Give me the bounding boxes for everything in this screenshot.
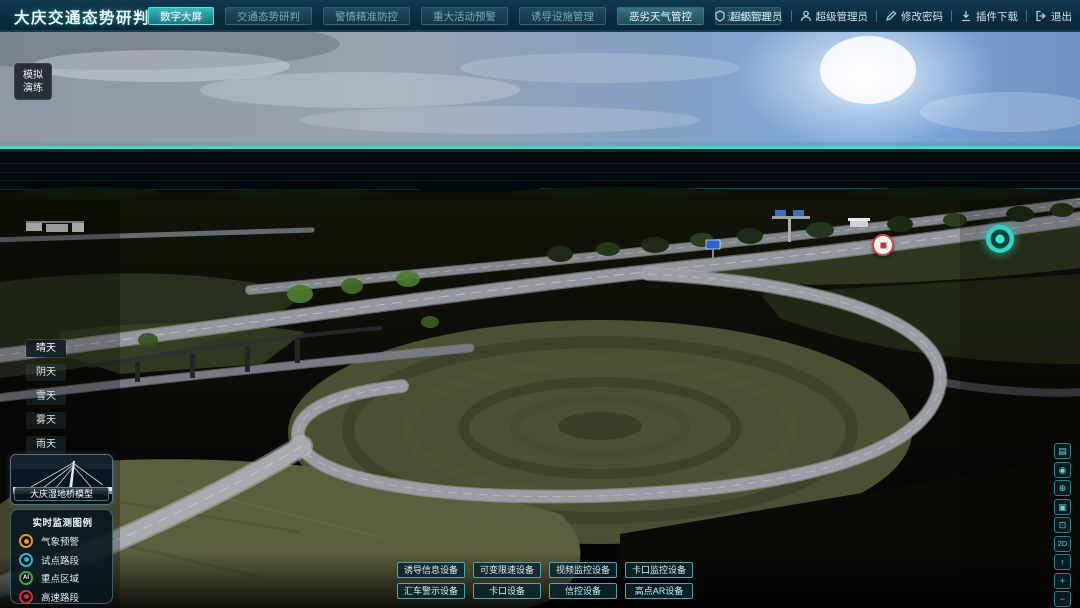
pilot-section-icon [19,553,33,567]
high-point-ar-device-button[interactable]: 高点AR设备 [625,583,693,599]
weather-snow[interactable]: 雪天 [26,388,66,405]
badge-icon [714,10,726,22]
globe-icon[interactable]: ⊕ [1054,480,1071,496]
legend-item-key-area[interactable]: AI 重点区域 [19,569,106,588]
checkpoint-camera-marker[interactable] [872,234,894,256]
weather-mode-list: 晴天 阴天 雪天 雾天 雨天 [26,340,66,453]
tab-incident-control[interactable]: 警情精准防控 [323,7,410,25]
checkpoint-monitor-device-button[interactable]: 卡口监控设备 [625,562,693,578]
video-surveillance-device-button[interactable]: 视频监控设备 [549,562,617,578]
header-bar: 大庆交通态势研判系统 数字大屏 交通态势研判 警情精准防控 重大活动预警 诱导设… [0,0,1080,32]
user-role[interactable]: 超级管理员 [714,9,783,24]
pencil-icon [885,10,897,22]
zoom-out-button[interactable]: − [1054,591,1071,607]
legend-item-weather[interactable]: 气象预警 [19,532,106,551]
legend-label: 高速路段 [41,590,79,604]
plugin-download-label: 插件下载 [976,9,1018,24]
simulation-drill-button[interactable]: 模拟演练 [14,63,52,100]
compass-icon[interactable]: ↑ [1054,554,1071,570]
horizon-band [0,142,1080,208]
tab-severe-weather[interactable]: 恶劣天气管控 [617,7,704,25]
weather-overcast[interactable]: 阴天 [26,364,66,381]
ai-key-area-icon: AI [19,571,33,585]
user-account[interactable]: 超级管理员 [800,9,869,24]
user-role-label: 超级管理员 [730,9,783,24]
divider [791,10,792,22]
variable-speed-device-button[interactable]: 可变限速设备 [473,562,541,578]
tab-event-warning[interactable]: 重大活动预警 [421,7,508,25]
weather-fog[interactable]: 雾天 [26,412,66,429]
device-button-row: 诱导信息设备 可变限速设备 视频监控设备 卡口监控设备 [397,562,693,578]
legend-label: 试点路段 [41,553,79,567]
user-account-label: 超级管理员 [816,9,869,24]
bridge-model-card[interactable]: 大庆湿地桥模型 [10,454,113,505]
fullscreen-icon[interactable]: ⊡ [1054,517,1071,533]
divider [951,10,952,22]
person-icon [800,10,812,22]
measure-icon[interactable]: ▤ [1054,443,1071,459]
app-root: 大庆交通态势研判系统 数字大屏 交通态势研判 警情精准防控 重大活动预警 诱导设… [0,0,1080,608]
map-toolbar: ▤ ◉ ⊕ ▣ ⊡ 2D ↑ + − [1054,443,1071,607]
logout-label: 退出 [1051,9,1072,24]
legend-title: 实时监测图例 [19,515,106,529]
zoom-in-button[interactable]: + [1054,573,1071,589]
map-3d-viewport[interactable] [0,32,1080,608]
weather-warning-icon [19,534,33,548]
logout-button[interactable]: 退出 [1035,9,1072,24]
camera-glyph-icon [879,241,888,250]
nav-tabs: 数字大屏 交通态势研判 警情精准防控 重大活动预警 诱导设施管理 恶劣天气管控 … [148,7,781,25]
legend-item-highway-section[interactable]: 高速路段 [19,588,106,607]
checkpoint-device-button[interactable]: 卡口设备 [473,583,541,599]
logout-icon [1035,10,1047,22]
signal-control-device-button[interactable]: 信控设备 [549,583,617,599]
simulation-drill-label: 模拟演练 [22,69,44,95]
tab-facility-management[interactable]: 诱导设施管理 [519,7,606,25]
divider [876,10,877,22]
roadside-device-marker[interactable] [986,225,1014,253]
highway-section-icon [19,590,33,604]
device-button-row: 汇车警示设备 卡口设备 信控设备 高点AR设备 [397,583,693,599]
change-password-button[interactable]: 修改密码 [885,9,943,24]
change-password-label: 修改密码 [901,9,943,24]
divider [1026,10,1027,22]
guidance-info-device-button[interactable]: 诱导信息设备 [397,562,465,578]
mode-2d-toggle[interactable]: 2D [1054,536,1071,552]
scene-render [0,32,1080,608]
tab-digital-screen[interactable]: 数字大屏 [148,7,214,25]
user-menu: 超级管理员 超级管理员 修改密码 插件下载 [714,0,1072,32]
select-area-icon[interactable]: ▣ [1054,499,1071,515]
monitoring-legend-panel: 实时监测图例 气象预警 试点路段 AI 重点区域 高速路段 [10,509,113,604]
weather-sunny[interactable]: 晴天 [26,340,66,357]
device-filter-buttons: 诱导信息设备 可变限速设备 视频监控设备 卡口监控设备 汇车警示设备 卡口设备 … [397,562,693,599]
bridge-model-label: 大庆湿地桥模型 [14,487,109,501]
tab-traffic-analysis[interactable]: 交通态势研判 [225,7,312,25]
download-icon [960,10,972,22]
legend-item-pilot-section[interactable]: 试点路段 [19,551,106,570]
sky [0,32,1080,152]
weather-rain[interactable]: 雨天 [26,436,66,453]
legend-label: 重点区域 [41,571,79,585]
legend-label: 气象预警 [41,534,79,548]
locate-icon[interactable]: ◉ [1054,462,1071,478]
merge-warning-device-button[interactable]: 汇车警示设备 [397,583,465,599]
plugin-download-button[interactable]: 插件下载 [960,9,1018,24]
